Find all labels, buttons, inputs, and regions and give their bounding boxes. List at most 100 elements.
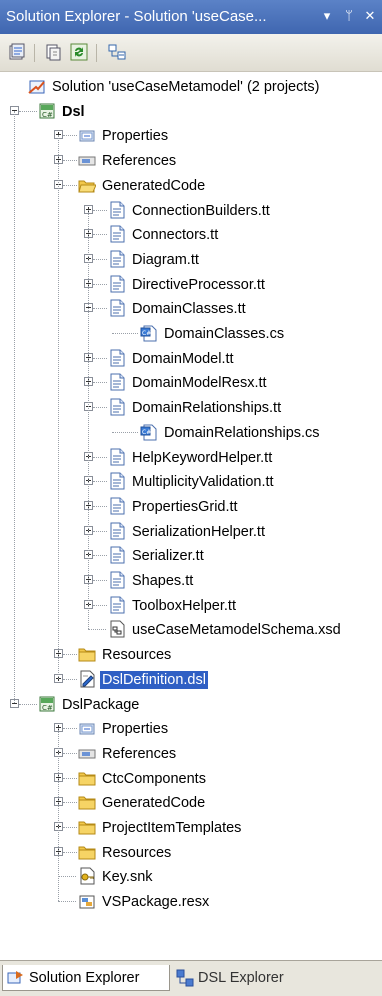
tree-connector [112, 431, 138, 433]
cs-file-icon: C# [140, 424, 157, 441]
tree-guide-line [58, 135, 59, 679]
tree-connector [93, 283, 107, 285]
properties-folder-icon [79, 723, 95, 735]
toolbar [0, 34, 382, 72]
tree-node-label: Resources [102, 844, 172, 861]
tree-node-label: Diagram.tt [132, 251, 199, 268]
tree-node-dsl[interactable]: C# Dsl [0, 101, 382, 123]
tree-connector [93, 505, 107, 507]
svg-text:C#: C# [42, 704, 53, 712]
tt-file-icon [110, 250, 125, 268]
folder-icon [78, 846, 96, 860]
window-title: Solution Explorer - Solution 'useCase... [6, 8, 267, 25]
tree-connector [93, 580, 107, 581]
tree-connector [63, 184, 77, 186]
tree-connector [63, 777, 77, 779]
tree-node-label: DomainModelResx.tt [132, 375, 267, 392]
tree-connector [93, 308, 107, 310]
show-all-files-icon[interactable] [44, 43, 62, 61]
tree-node-label: DslDefinition.dsl [100, 670, 208, 689]
tree-connector [88, 629, 106, 631]
tt-file-icon [110, 472, 125, 490]
tt-file-icon [110, 448, 125, 465]
tree-node-label: DirectiveProcessor.tt [132, 276, 265, 293]
tree-node-label: Connectors.tt [132, 227, 219, 244]
tree-connector [93, 357, 107, 359]
resx-file-icon [79, 895, 95, 909]
svg-text:C#: C# [42, 111, 53, 119]
tree-node-dslpackage[interactable]: C# DslPackage [0, 694, 382, 716]
dsl-file-icon [80, 670, 95, 688]
properties-folder-icon [79, 130, 95, 142]
auto-hide-pin-button[interactable]: ᛘ [341, 7, 357, 25]
svg-text:C#: C# [142, 429, 151, 436]
tree-connector [93, 258, 107, 260]
tree-connector [63, 851, 77, 853]
solution-icon [28, 80, 45, 94]
tree-node-label: DomainRelationships.cs [164, 424, 320, 441]
tt-file-icon [110, 299, 125, 317]
tree-connector [93, 234, 107, 236]
tree-node-label: Solution 'useCaseMetamodel' (2 projects) [52, 79, 320, 95]
folder-icon [78, 796, 96, 810]
tree-node-label: CtcComponents [102, 770, 206, 787]
tree-connector [93, 604, 107, 606]
references-icon [78, 156, 96, 166]
tree-node-label: PropertiesGrid.tt [132, 498, 238, 515]
refresh-icon[interactable] [70, 43, 88, 61]
csharp-project-icon: C# [39, 103, 55, 119]
tt-file-icon [110, 497, 125, 515]
tree-connector [63, 135, 77, 137]
tab-dsl-explorer[interactable]: DSL Explorer [172, 965, 302, 991]
tree-connector [93, 456, 107, 458]
tree-node-label: HelpKeywordHelper.tt [132, 449, 273, 466]
tt-file-icon [110, 546, 125, 564]
tree-node-label: GeneratedCode [102, 177, 206, 194]
svg-text:C#: C# [142, 330, 151, 337]
tree-node-label: ConnectionBuilders.tt [132, 202, 270, 219]
folder-icon [78, 821, 96, 835]
view-class-diagram-icon[interactable] [108, 43, 126, 61]
tt-file-icon [110, 373, 125, 391]
tt-file-icon [110, 398, 125, 416]
tree-node-label: Properties [102, 128, 169, 145]
close-button[interactable]: ✕ [362, 7, 378, 25]
tab-solution-explorer[interactable]: Solution Explorer [2, 965, 170, 991]
window-position-dropdown[interactable]: ▾ [319, 7, 335, 25]
tree-connector [63, 728, 77, 730]
key-file-icon [80, 867, 95, 885]
tt-file-icon [110, 349, 125, 367]
tree-node-label: Shapes.tt [132, 573, 194, 589]
tt-file-icon [110, 522, 125, 540]
tree-connector [63, 678, 77, 680]
tree-connector [58, 901, 76, 903]
tree-connector [93, 209, 107, 211]
tree-connector [19, 110, 37, 112]
xsd-file-icon [110, 620, 125, 638]
tree-node-solution[interactable]: Solution 'useCaseMetamodel' (2 projects) [0, 76, 382, 98]
tt-file-icon [110, 571, 125, 589]
cs-file-icon: C# [140, 325, 157, 342]
tree-connector [63, 752, 77, 754]
tree-node-label: GeneratedCode [102, 795, 206, 812]
tree-node-label: VSPackage.resx [102, 894, 210, 911]
tree-node-label: useCaseMetamodelSchema.xsd [132, 622, 341, 639]
tree-connector [93, 530, 107, 532]
properties-icon[interactable] [8, 43, 26, 61]
tree-connector [93, 382, 107, 384]
tree-node-label: SerializationHelper.tt [132, 523, 265, 540]
tree-node-label: ToolboxHelper.tt [132, 597, 236, 614]
tree-connector [63, 827, 77, 828]
solution-tree[interactable]: Solution 'useCaseMetamodel' (2 projects)… [0, 72, 382, 927]
folder-icon [78, 772, 96, 786]
dsl-explorer-icon [176, 969, 194, 987]
tab-label: Solution Explorer [29, 970, 140, 986]
tree-connector [93, 481, 107, 483]
folder-icon [78, 648, 96, 662]
toolbar-separator [34, 44, 35, 62]
tree-connector [19, 703, 37, 705]
tree-node-label: DomainModel.tt [132, 350, 234, 367]
tree-node-label: Resources [102, 647, 172, 664]
tree-node-label: DomainClasses.tt [132, 301, 246, 318]
tree-connector [112, 333, 138, 334]
